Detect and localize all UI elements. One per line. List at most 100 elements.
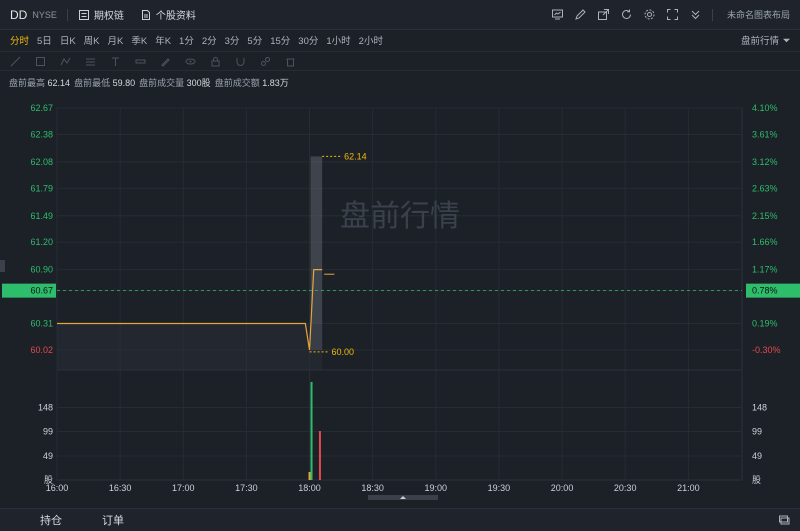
period-7[interactable]: 1分: [179, 33, 194, 47]
period-2[interactable]: 日K: [60, 33, 76, 47]
x-tick-label: 16:00: [46, 483, 69, 493]
x-tick-label: 17:00: [172, 483, 195, 493]
period-bar: 分时 5日 日K 周K 月K 季K 年K 1分 2分 3分 5分 15分 30分 1小时 2小时 盘前行情: [0, 30, 800, 50]
pct-tick-label: 2.63%: [752, 183, 778, 193]
brush-icon[interactable]: [160, 56, 171, 67]
trendline-icon[interactable]: [10, 56, 21, 67]
current-pct-badge-label: 0.78%: [752, 286, 778, 296]
stat-label: 盘前成交量: [139, 78, 185, 88]
price-tick-label: 62.67: [30, 103, 53, 113]
trash-icon[interactable]: [285, 56, 296, 67]
fullscreen-icon[interactable]: [666, 8, 679, 21]
stock-profile-button[interactable]: 个股资料: [140, 7, 196, 22]
divider: [66, 8, 68, 21]
period-9[interactable]: 3分: [225, 33, 240, 47]
rectangle-icon[interactable]: [35, 56, 46, 67]
monitor-icon[interactable]: [551, 8, 564, 21]
x-tick-label: 20:00: [551, 483, 574, 493]
period-12[interactable]: 30分: [298, 33, 318, 47]
volume-bar: [318, 431, 321, 480]
price-tick-label: 61.79: [30, 183, 53, 193]
x-tick-label: 17:30: [235, 483, 258, 493]
intraday-chart[interactable]: 62.67 62.38 62.08 61.79 61.49 61.20 60.90 60.31…: [0, 100, 800, 500]
options-chain-label: 期权链: [93, 11, 124, 22]
magnet-icon[interactable]: [235, 56, 246, 67]
chat-icon[interactable]: [778, 514, 790, 526]
volume-tick-label-right: 49: [752, 451, 762, 461]
divider: [711, 8, 713, 21]
fibonacci-icon[interactable]: [85, 56, 96, 67]
symbol-label: DD: [10, 7, 28, 22]
gear-icon[interactable]: [643, 8, 656, 21]
price-area-fill: [57, 323, 323, 370]
price-tick-label: 62.38: [30, 129, 53, 139]
period-14[interactable]: 2小时: [359, 33, 383, 47]
stat-value: 62.14: [47, 78, 71, 88]
edit-icon[interactable]: [574, 8, 587, 21]
stock-profile-label: 个股资料: [155, 11, 196, 22]
volume-tick-label: 49: [43, 451, 53, 461]
stat-value: 1.83万: [262, 78, 289, 88]
period-6[interactable]: 年K: [155, 33, 171, 47]
pattern-icon[interactable]: [60, 56, 71, 67]
options-chain-icon: [78, 9, 89, 20]
watermark-text: 盘前行情: [340, 200, 460, 233]
x-tick-label: 18:00: [298, 483, 321, 493]
measure-icon[interactable]: [135, 56, 146, 67]
current-price-badge-label: 60.67: [30, 286, 53, 296]
price-tick-label: 60.02: [30, 345, 53, 355]
x-tick-label: 19:00: [425, 483, 448, 493]
drawing-toolbar: [0, 51, 800, 71]
pct-tick-label: 3.12%: [752, 157, 778, 167]
premarket-stats: 盘前最高 62.14 盘前最低 59.80 盘前成交量 300股 盘前成交额 1.83…: [0, 76, 800, 90]
options-chain-button[interactable]: 期权链: [78, 7, 124, 22]
period-10[interactable]: 5分: [247, 33, 262, 47]
volume-bar: [308, 472, 311, 480]
refresh-icon[interactable]: [620, 8, 633, 21]
period-11[interactable]: 15分: [270, 33, 290, 47]
pct-tick-label: 1.17%: [752, 265, 778, 275]
tab-orders[interactable]: 订单: [102, 512, 124, 528]
link-icon[interactable]: [260, 56, 271, 67]
period-1[interactable]: 5日: [37, 33, 52, 47]
x-tick-label: 21:00: [677, 483, 700, 493]
eye-icon[interactable]: [185, 56, 196, 67]
period-0[interactable]: 分时: [10, 33, 29, 47]
period-8[interactable]: 2分: [202, 33, 217, 47]
bottom-panel-tabs: 持仓 订单: [0, 508, 800, 531]
volume-tick-label: 148: [38, 402, 53, 412]
x-tick-label: 16:30: [109, 483, 132, 493]
price-tick-label: 61.49: [30, 211, 53, 221]
x-tick-label: 19:30: [488, 483, 511, 493]
layout-selector[interactable]: 未命名图表布局: [727, 8, 790, 21]
pct-tick-label: 2.15%: [752, 211, 778, 221]
pct-tick-label: 0.19%: [752, 319, 778, 329]
volume-tick-label-right: 99: [752, 426, 762, 436]
volume-bar: [310, 382, 313, 480]
title-bar: DD NYSE 期权链 个股资料 未命名图表布局: [0, 0, 800, 30]
stat-label: 盘前最高: [9, 78, 46, 88]
toolbar-icons: 未命名图表布局: [551, 8, 790, 21]
collapse-icon[interactable]: [689, 8, 702, 21]
price-tick-label: 60.90: [30, 265, 53, 275]
share-icon[interactable]: [597, 8, 610, 21]
period-13[interactable]: 1小时: [326, 33, 350, 47]
stat-value: 300股: [186, 78, 211, 88]
volume-tick-label-right: 股: [752, 475, 761, 485]
pct-tick-label: 4.10%: [752, 103, 778, 113]
period-4[interactable]: 月K: [108, 33, 124, 47]
exchange-label: NYSE: [32, 9, 57, 20]
price-range-band: [310, 156, 323, 350]
pct-tick-label: -0.30%: [752, 345, 781, 355]
x-tick-label: 20:30: [614, 483, 637, 493]
session-selector[interactable]: 盘前行情: [741, 33, 790, 47]
tab-positions[interactable]: 持仓: [40, 512, 62, 528]
period-5[interactable]: 季K: [131, 33, 147, 47]
plot-frame: [56, 107, 743, 481]
price-tick-label: 60.31: [30, 319, 53, 329]
stat-value: 59.80: [112, 78, 136, 88]
text-icon[interactable]: [110, 56, 121, 67]
period-3[interactable]: 周K: [84, 33, 100, 47]
lock-icon[interactable]: [210, 56, 221, 67]
pct-tick-label: 3.61%: [752, 129, 778, 139]
